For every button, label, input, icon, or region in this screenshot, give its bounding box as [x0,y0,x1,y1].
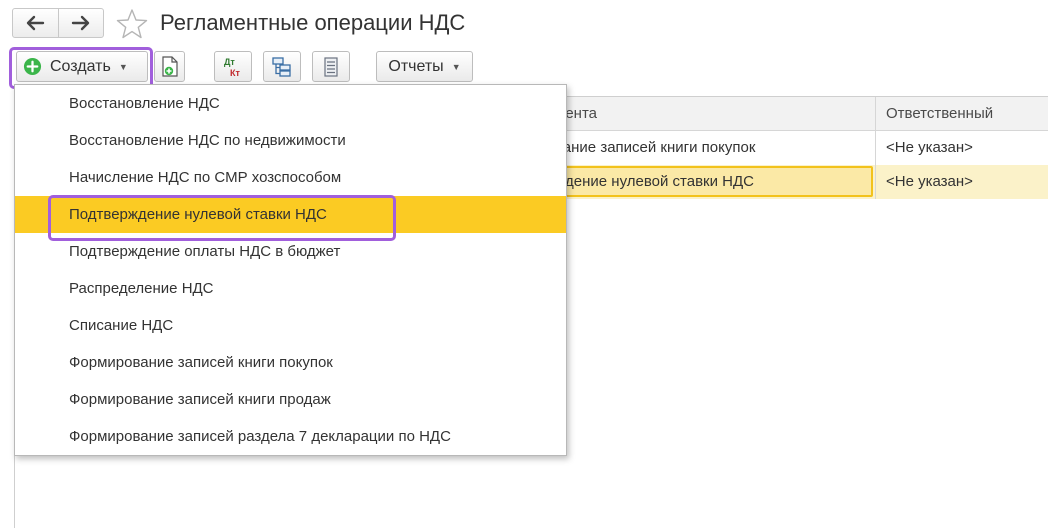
plus-circle-icon [23,57,42,76]
create-button-label: Создать [50,57,111,75]
svg-text:Кт: Кт [230,68,240,78]
dt-kt-icon: Дт Кт [224,57,240,78]
menu-item-vat-restoration[interactable]: Восстановление НДС [15,85,566,122]
menu-item-vat-payment-confirmation[interactable]: Подтверждение оплаты НДС в бюджет [15,233,566,270]
star-outline-icon[interactable] [116,8,148,40]
menu-item-zero-rate-confirmation[interactable]: Подтверждение нулевой ставки НДС [15,196,566,233]
reports-button[interactable]: Отчеты ▼ [376,51,473,82]
operation-cell: вание записей книги покупок [555,139,756,156]
chevron-down-icon: ▼ [118,61,128,72]
dt-kt-postings-button[interactable]: Дт Кт [214,51,252,82]
column-divider [875,131,876,165]
operation-cell: ждение нулевой ставки НДС [555,173,754,190]
reports-button-label: Отчеты [388,57,444,75]
menu-item-purchase-book-records[interactable]: Формирование записей книги покупок [15,344,566,381]
menu-item-vat-accrual-construction[interactable]: Начисление НДС по СМР хозспособом [15,159,566,196]
hierarchy-icon [272,56,291,77]
responsible-cell: <Не указан> [886,139,973,156]
list-icon [324,56,338,77]
responsible-cell: <Не указан> [886,173,973,190]
column-divider [875,97,876,130]
back-button[interactable] [13,9,58,37]
list-button[interactable] [312,51,350,82]
forward-button[interactable] [57,9,104,37]
chevron-down-icon: ▼ [451,61,461,72]
menu-item-vat-write-off[interactable]: Списание НДС [15,307,566,344]
structure-button[interactable] [263,51,301,82]
create-dropdown-menu: Восстановление НДС Восстановление НДС по… [14,84,567,456]
create-button[interactable]: Создать ▼ [16,51,148,82]
copy-document-button[interactable] [154,51,185,82]
page-title: Регламентные операции НДС [160,10,466,35]
svg-text:Дт: Дт [224,57,235,67]
menu-item-section7-declaration-records[interactable]: Формирование записей раздела 7 деклараци… [15,418,566,455]
column-divider [875,165,876,199]
menu-item-vat-distribution[interactable]: Распределение НДС [15,270,566,307]
menu-item-vat-restoration-real-estate[interactable]: Восстановление НДС по недвижимости [15,122,566,159]
column-header-responsible[interactable]: Ответственный [886,97,993,130]
document-add-icon [161,55,178,77]
menu-item-sales-book-records[interactable]: Формирование записей книги продаж [15,381,566,418]
arrow-right-icon [71,15,89,31]
arrow-left-icon [27,15,45,31]
navigation-group [12,8,104,38]
